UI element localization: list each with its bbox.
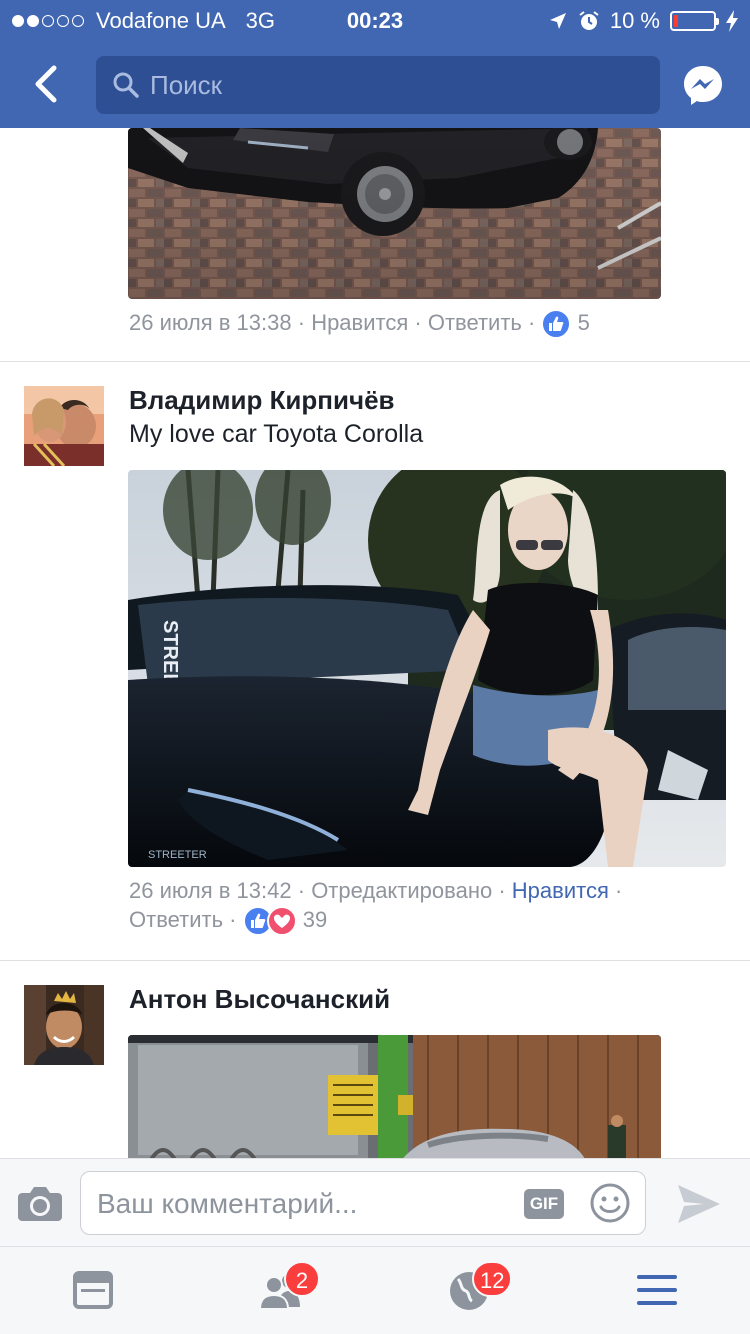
reply-link[interactable]: Ответить (129, 907, 223, 932)
comment-time[interactable]: 26 июля в 13:38 (129, 310, 292, 335)
comment-meta: 26 июля в 13:42 · Отредактировано · Нрав… (129, 878, 623, 903)
comment-author[interactable]: Антон Высочанский (129, 984, 390, 1015)
comments-feed[interactable]: 26 июля в 13:38 · Нравится · Ответить · … (0, 128, 750, 1158)
comment-photo-car-parking[interactable] (128, 128, 661, 299)
reactions-summary[interactable]: 39 (242, 906, 328, 936)
avatar-image (24, 386, 104, 466)
location-arrow-icon (549, 13, 566, 29)
avatar[interactable] (24, 985, 104, 1065)
messenger-button[interactable] (682, 64, 724, 106)
edited-label[interactable]: Отредактировано (311, 878, 492, 903)
sticker-button[interactable] (589, 1182, 631, 1224)
comment-input-box[interactable]: GIF (80, 1171, 646, 1235)
search-input[interactable] (150, 69, 630, 101)
tab-friend-requests[interactable]: 2 (258, 1261, 320, 1313)
comment-photo-toyota[interactable]: STREETER STREETER (128, 470, 726, 867)
comment-photo-car-wash[interactable] (128, 1035, 661, 1158)
comment-author[interactable]: Владимир Кирпичёв (129, 385, 395, 416)
like-link[interactable]: Нравится (311, 310, 408, 335)
comment-meta: 26 июля в 13:38 · Нравится · Ответить · … (129, 309, 590, 339)
camera-button[interactable] (18, 1183, 62, 1223)
battery-icon (670, 11, 719, 31)
love-reaction-icon (266, 906, 297, 936)
divider (0, 361, 750, 362)
avatar[interactable] (24, 386, 104, 466)
search-bar[interactable] (96, 56, 660, 114)
status-bar: Vodafone UA 3G 00:23 10 % (0, 0, 750, 40)
comment-text: My love car Toyota Corolla (129, 420, 424, 448)
camera-icon (18, 1187, 62, 1221)
like-reaction-icon (541, 309, 572, 339)
top-header: Vodafone UA 3G 00:23 10 % (0, 0, 750, 128)
reactions-summary[interactable]: 5 (541, 309, 590, 339)
notifications-badge: 12 (472, 1261, 513, 1297)
messenger-icon (684, 66, 722, 105)
svg-text:STREETER: STREETER (148, 849, 207, 861)
tab-notifications[interactable]: 12 (446, 1261, 513, 1313)
comment-time[interactable]: 26 июля в 13:42 (129, 878, 292, 903)
gif-button[interactable]: GIF (524, 1189, 564, 1219)
car-photo-image (128, 128, 661, 299)
like-link[interactable]: Нравится (512, 878, 609, 903)
smiley-icon (590, 1183, 630, 1223)
reaction-count: 39 (302, 906, 328, 932)
alarm-icon (579, 11, 599, 30)
comment-meta-line2: Ответить · 39 (129, 906, 327, 936)
charging-bolt-icon (726, 10, 738, 32)
menu-hamburger-icon (637, 1275, 677, 1305)
avatar-image (24, 985, 104, 1065)
comment-composer: GIF (0, 1158, 750, 1246)
tab-news-feed[interactable] (70, 1267, 116, 1313)
bottom-tab-bar: 2 12 (0, 1246, 750, 1334)
battery-percent: 10 % (609, 8, 660, 33)
navigation-bar (0, 40, 750, 128)
search-icon (113, 72, 139, 98)
send-icon (678, 1185, 720, 1223)
comment-input[interactable] (97, 1186, 517, 1222)
send-button[interactable] (676, 1181, 722, 1227)
friend-requests-badge: 2 (284, 1261, 320, 1297)
tab-menu[interactable] (634, 1267, 680, 1313)
divider (0, 960, 750, 961)
chevron-left-icon (35, 65, 57, 103)
carwash-photo-image (128, 1035, 661, 1158)
news-feed-icon (73, 1271, 113, 1309)
reaction-count: 5 (577, 309, 590, 335)
back-button[interactable] (24, 58, 64, 110)
toyota-photo-image: STREETER STREETER (128, 470, 726, 867)
reply-link[interactable]: Ответить (428, 310, 522, 335)
